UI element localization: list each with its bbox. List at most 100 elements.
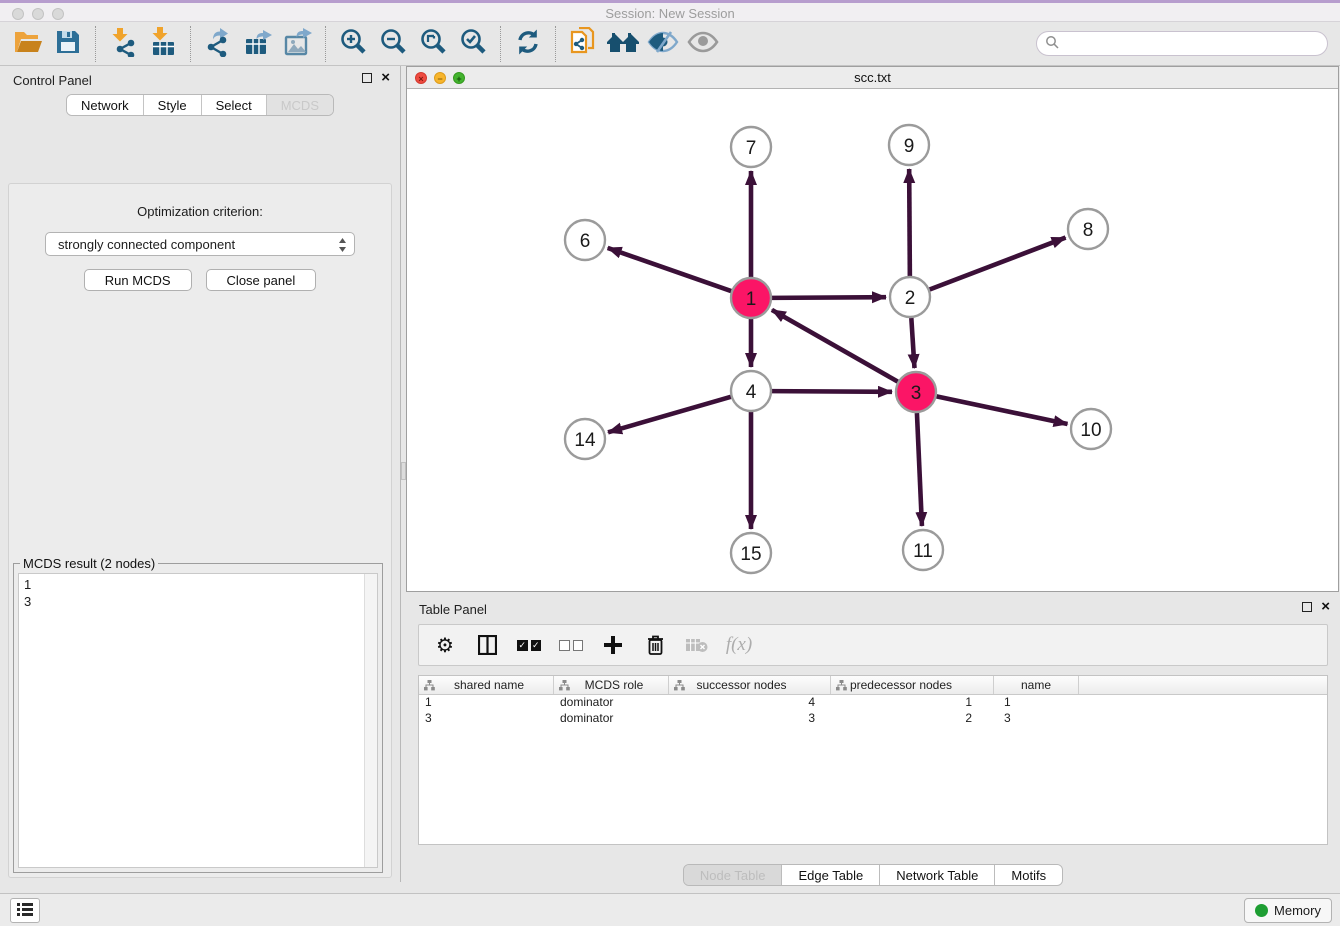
memory-button[interactable]: Memory [1244, 898, 1332, 923]
refresh-icon [514, 28, 542, 59]
network-from-selection-button[interactable] [563, 25, 603, 63]
column-header-predecessor-nodes[interactable]: predecessor nodes [831, 676, 994, 694]
mcds-result-textarea[interactable]: 1 3 [18, 573, 378, 868]
table-panel-tabs: Node Table Edge Table Network Table Moti… [683, 864, 1063, 886]
optimization-criterion-select[interactable]: strongly connected component [45, 232, 355, 256]
refresh-button[interactable] [508, 25, 548, 63]
first-neighbors-button[interactable] [603, 25, 643, 63]
tree-icon [674, 680, 685, 694]
graph-node-15[interactable]: 15 [731, 533, 771, 573]
close-panel-button[interactable]: Close panel [206, 269, 317, 291]
svg-text:10: 10 [1080, 420, 1101, 441]
column-header-shared-name[interactable]: shared name [419, 676, 554, 694]
network-canvas[interactable]: 7 9 6 8 1 2 4 3 14 10 15 11 [407, 89, 1338, 591]
zoom-selected-button[interactable] [453, 25, 493, 63]
toolbar-separator [95, 26, 96, 62]
graph-edge-1-6[interactable] [608, 248, 732, 291]
open-folder-icon [13, 29, 43, 58]
search-input[interactable] [1059, 36, 1319, 51]
graph-node-8[interactable]: 8 [1068, 209, 1108, 249]
graph-edge-3-1[interactable] [772, 310, 898, 382]
table-settings-gear-icon[interactable]: ⚙ [433, 633, 457, 657]
show-all-button[interactable] [683, 25, 723, 63]
tab-network[interactable]: Network [67, 95, 143, 115]
export-network-button[interactable] [198, 25, 238, 63]
result-scrollbar[interactable] [364, 574, 377, 867]
chevron-up-down-icon [338, 237, 347, 256]
export-table-icon [243, 27, 273, 60]
column-header-successor-nodes[interactable]: successor nodes [669, 676, 831, 694]
tab-edge-table[interactable]: Edge Table [781, 865, 879, 885]
zoom-out-icon [378, 27, 408, 60]
graph-edge-2-3[interactable] [911, 318, 914, 368]
function-builder-icon-disabled: f(x) [727, 633, 751, 657]
svg-text:14: 14 [574, 430, 596, 451]
graph-edge-3-10[interactable] [937, 396, 1068, 424]
float-table-panel-icon[interactable] [1302, 602, 1312, 612]
zoom-fit-icon [418, 27, 448, 60]
search-field[interactable] [1036, 31, 1328, 56]
import-table-button[interactable] [143, 25, 183, 63]
zoom-in-icon [338, 27, 368, 60]
open-session-button[interactable] [8, 25, 48, 63]
close-panel-icon[interactable]: × [381, 73, 390, 83]
tab-motifs[interactable]: Motifs [994, 865, 1062, 885]
table-row[interactable]: 3 dominator 3 2 3 [419, 711, 1327, 727]
graph-edge-3-11[interactable] [917, 413, 922, 526]
svg-text:8: 8 [1083, 220, 1094, 241]
delete-column-trash-icon[interactable] [643, 633, 667, 657]
network-from-selection-icon [568, 27, 598, 60]
graph-node-10[interactable]: 10 [1071, 409, 1111, 449]
graph-node-2[interactable]: 2 [890, 277, 930, 317]
graph-edge-4-14[interactable] [608, 397, 731, 433]
zoom-in-button[interactable] [333, 25, 373, 63]
graph-node-3[interactable]: 3 [896, 372, 936, 412]
tab-node-table[interactable]: Node Table [684, 865, 782, 885]
tab-mcds[interactable]: MCDS [266, 95, 333, 115]
close-table-panel-icon[interactable]: × [1321, 602, 1330, 612]
save-session-button[interactable] [48, 25, 88, 63]
import-network-button[interactable] [103, 25, 143, 63]
app-titlebar: Session: New Session [0, 0, 1340, 22]
graph-edge-2-8[interactable] [930, 238, 1066, 290]
table-row[interactable]: 1 dominator 4 1 1 [419, 695, 1327, 711]
tree-icon [559, 680, 570, 694]
run-mcds-button[interactable]: Run MCDS [84, 269, 192, 291]
graph-edge-4-3[interactable] [772, 391, 892, 392]
graph-node-1[interactable]: 1 [731, 278, 771, 318]
add-column-icon[interactable] [601, 633, 625, 657]
graph-node-7[interactable]: 7 [731, 127, 771, 167]
tab-select[interactable]: Select [201, 95, 266, 115]
node-table[interactable]: shared name MCDS role successor nodes pr… [418, 675, 1328, 845]
deselect-all-icon[interactable] [559, 633, 583, 657]
zoom-fit-button[interactable] [413, 25, 453, 63]
column-header-mcds-role[interactable]: MCDS role [554, 676, 669, 694]
graph-node-4[interactable]: 4 [731, 371, 771, 411]
graph-node-14[interactable]: 14 [565, 419, 605, 459]
task-history-button[interactable] [10, 898, 40, 923]
graph-node-6[interactable]: 6 [565, 220, 605, 260]
export-image-button[interactable] [278, 25, 318, 63]
graph-node-11[interactable]: 11 [903, 530, 943, 570]
search-icon [1045, 35, 1059, 52]
tab-style[interactable]: Style [143, 95, 201, 115]
graph-edge-1-2[interactable] [772, 297, 886, 298]
tree-icon [836, 680, 847, 694]
column-header-name[interactable]: name [994, 676, 1079, 694]
network-graph[interactable]: 7 9 6 8 1 2 4 3 14 10 15 11 [407, 89, 1338, 591]
svg-text:2: 2 [905, 288, 916, 309]
tab-network-table[interactable]: Network Table [879, 865, 994, 885]
column-selector-icon[interactable] [475, 633, 499, 657]
hide-selected-button[interactable] [643, 25, 683, 63]
graph-edge-2-9[interactable] [909, 169, 910, 276]
dropdown-selected-value: strongly connected component [58, 237, 235, 252]
export-table-button[interactable] [238, 25, 278, 63]
network-window-title: scc.txt [407, 70, 1338, 85]
zoom-out-button[interactable] [373, 25, 413, 63]
float-panel-icon[interactable] [362, 73, 372, 83]
select-all-icon[interactable]: ✓ ✓ [517, 633, 541, 657]
control-panel-tabs: Network Style Select MCDS [66, 94, 334, 116]
svg-text:3: 3 [911, 383, 922, 404]
graph-node-9[interactable]: 9 [889, 125, 929, 165]
save-disk-icon [55, 29, 81, 58]
